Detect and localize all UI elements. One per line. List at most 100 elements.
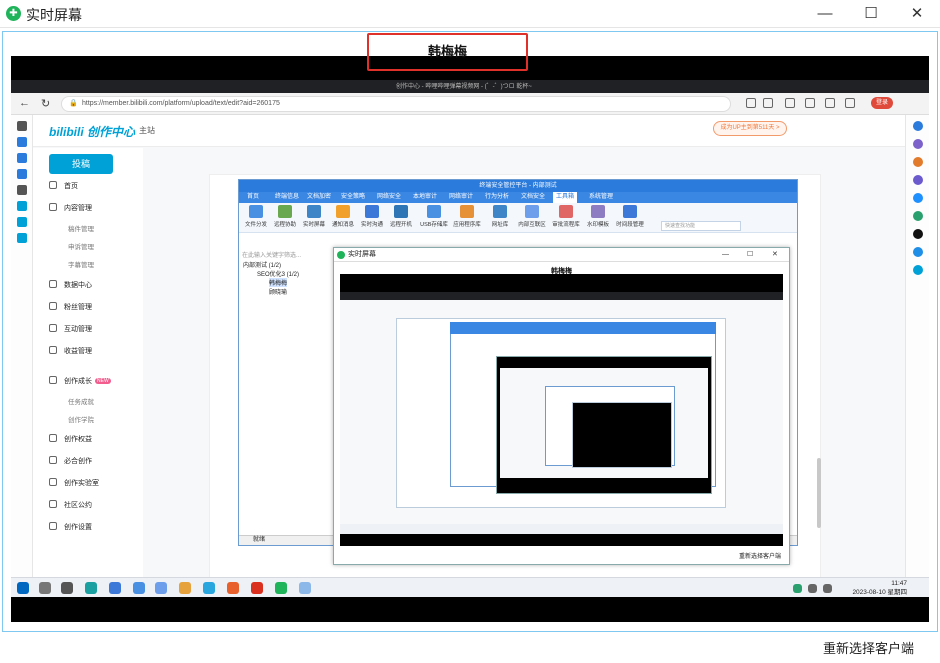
sidebar-sub-tasks[interactable]: 任务成就 xyxy=(68,396,94,406)
favorites-icon[interactable] xyxy=(805,98,815,108)
edge-icon[interactable] xyxy=(85,582,97,594)
app-icon-c[interactable] xyxy=(155,582,167,594)
nested-minimize[interactable]: — xyxy=(722,248,729,262)
reload-icon[interactable]: ↻ xyxy=(41,97,50,110)
nested-maximize[interactable]: ☐ xyxy=(747,248,753,262)
split-icon[interactable] xyxy=(785,98,795,108)
extension-icon[interactable] xyxy=(763,98,773,108)
sidebar-item-cocreate[interactable]: 必合创作 xyxy=(49,456,92,466)
sidebar-item-income[interactable]: 收益管理 xyxy=(49,346,92,356)
firefox-icon[interactable] xyxy=(227,582,239,594)
app-icon-b[interactable] xyxy=(133,582,145,594)
back-icon[interactable]: ← xyxy=(19,97,30,109)
copilot-icon[interactable] xyxy=(913,121,923,131)
menu-encrypt[interactable]: 文档加密 xyxy=(307,192,331,203)
tool-intranet[interactable]: 内部互联区 xyxy=(517,205,547,228)
app-icon-1[interactable] xyxy=(17,137,27,147)
tag-icon[interactable] xyxy=(913,139,923,149)
bili-logo[interactable]: bilibili 创作中心 xyxy=(49,123,135,140)
menu-terminal[interactable]: 终端信息 xyxy=(275,192,299,203)
menu-behavior[interactable]: 行为分析 xyxy=(485,192,509,203)
sidebar-item-data[interactable]: 数据中心 xyxy=(49,280,92,290)
sidebar-item-content[interactable]: 内容管理 xyxy=(49,203,92,213)
start-icon[interactable] xyxy=(17,582,29,594)
app-icon-d[interactable] xyxy=(203,582,215,594)
sidebar-item-community[interactable]: 社区公约 xyxy=(49,500,92,510)
scrollbar[interactable] xyxy=(817,458,821,528)
sidebar-item-lab[interactable]: 创作实验室 xyxy=(49,478,99,488)
tool-file-dist[interactable]: 文件分发 xyxy=(241,205,271,228)
address-bar[interactable]: 🔒 https://member.bilibili.com/platform/u… xyxy=(61,96,731,112)
sidebar-item-growth[interactable]: 创作成长 xyxy=(49,376,92,386)
tool-remote-boot[interactable]: 远程开机 xyxy=(386,205,416,228)
tray-icon-2[interactable] xyxy=(808,584,817,593)
tiktok-icon[interactable] xyxy=(913,229,923,239)
tool-notify[interactable]: 通知消息 xyxy=(328,205,358,228)
up-days-button[interactable]: 成为UP主到第511天 > xyxy=(713,121,787,136)
sidebar-item-fans[interactable]: 粉丝管理 xyxy=(49,302,92,312)
tool-usb[interactable]: USB存储库 xyxy=(419,205,449,228)
send-icon[interactable] xyxy=(913,211,923,221)
tray-icon-1[interactable] xyxy=(793,584,802,593)
tree-node-group[interactable]: 内部测试 (1/2) xyxy=(243,260,281,269)
sidebar-sub-subtitles[interactable]: 字幕管理 xyxy=(68,259,94,269)
app-icon-7[interactable] xyxy=(17,233,27,243)
sidebar-item-settings[interactable]: 创作设置 xyxy=(49,522,92,532)
tool-apps[interactable]: 应用程序库 xyxy=(452,205,482,228)
tool-watermark[interactable]: 水印模板 xyxy=(583,205,613,228)
tab-icon[interactable] xyxy=(17,121,27,131)
menu-policy[interactable]: 安全策略 xyxy=(341,192,365,203)
menu-netsec[interactable]: 网络安全 xyxy=(377,192,401,203)
function-search[interactable]: 快速查找功能 xyxy=(661,221,741,231)
games-icon[interactable] xyxy=(913,175,923,185)
zhihu-icon[interactable] xyxy=(913,247,923,257)
upload-button[interactable]: 投稿 xyxy=(49,154,113,174)
sidebar-sub-manuscripts[interactable]: 稿件管理 xyxy=(68,223,94,233)
app-icon-a[interactable] xyxy=(109,582,121,594)
menu-home[interactable]: 首页 xyxy=(247,192,259,203)
sidebar-item-interaction[interactable]: 互动管理 xyxy=(49,324,92,334)
reader-icon[interactable] xyxy=(746,98,756,108)
app-icon-3[interactable] xyxy=(17,169,27,179)
minimize-button[interactable]: — xyxy=(802,0,848,28)
app-icon-f[interactable] xyxy=(299,582,311,594)
home-link[interactable]: 主站 xyxy=(139,125,155,136)
profile-icon[interactable] xyxy=(845,98,855,108)
collections-icon[interactable] xyxy=(825,98,835,108)
tool-realtime-screen[interactable]: 实时屏幕 xyxy=(299,205,329,228)
bilibili-icon[interactable] xyxy=(913,265,923,275)
search-icon[interactable] xyxy=(39,582,51,594)
tree-node-user-1[interactable]: 韩梅梅 xyxy=(269,278,288,287)
tree-filter[interactable]: 在此输入关键字筛选... xyxy=(242,250,301,259)
menu-net-audit[interactable]: 网络审计 xyxy=(449,192,473,203)
office-icon[interactable] xyxy=(913,193,923,203)
maximize-button[interactable]: ☐ xyxy=(848,0,894,28)
tool-time[interactable]: 时间段管理 xyxy=(615,205,645,228)
app-icon-e[interactable] xyxy=(275,582,287,594)
tree-node-subgroup[interactable]: SEO优化3 (1/2) xyxy=(257,269,299,278)
tool-chat[interactable]: 实时沟通 xyxy=(357,205,387,228)
wps-icon[interactable] xyxy=(251,582,263,594)
tray-icon-3[interactable] xyxy=(823,584,832,593)
sidebar-sub-appeals[interactable]: 申诉管理 xyxy=(68,241,94,251)
tree-node-user-2[interactable]: 顾晓瑜 xyxy=(269,287,287,296)
menu-local-audit[interactable]: 本地审计 xyxy=(413,192,437,203)
folder-icon[interactable] xyxy=(179,582,191,594)
taskview-icon[interactable] xyxy=(61,582,73,594)
menu-system[interactable]: 系统管理 xyxy=(589,192,613,203)
sidebar-sub-academy[interactable]: 创作学院 xyxy=(68,414,94,424)
menu-toolbox[interactable]: 工具箱 xyxy=(553,192,578,203)
app-icon-5[interactable] xyxy=(17,201,27,211)
browser-tab-title[interactable]: 创作中心 - 哔哩哔哩弹幕视频网 - (゜-゜)つロ 乾杯~ xyxy=(396,81,532,90)
close-button[interactable]: ✕ xyxy=(894,0,940,28)
tools-icon[interactable] xyxy=(913,157,923,167)
app-icon-2[interactable] xyxy=(17,153,27,163)
login-button[interactable]: 登录 xyxy=(871,97,893,109)
tool-remote-assist[interactable]: 远程协助 xyxy=(270,205,300,228)
nested-reselect-client[interactable]: 重新选择客户端 xyxy=(334,550,789,564)
sidebar-item-home[interactable]: 首页 xyxy=(49,181,78,191)
app-icon-4[interactable] xyxy=(17,185,27,195)
sidebar-item-rights[interactable]: 创作权益 xyxy=(49,434,92,444)
menu-docsec[interactable]: 文档安全 xyxy=(521,192,545,203)
nested-close[interactable]: ✕ xyxy=(772,248,778,262)
